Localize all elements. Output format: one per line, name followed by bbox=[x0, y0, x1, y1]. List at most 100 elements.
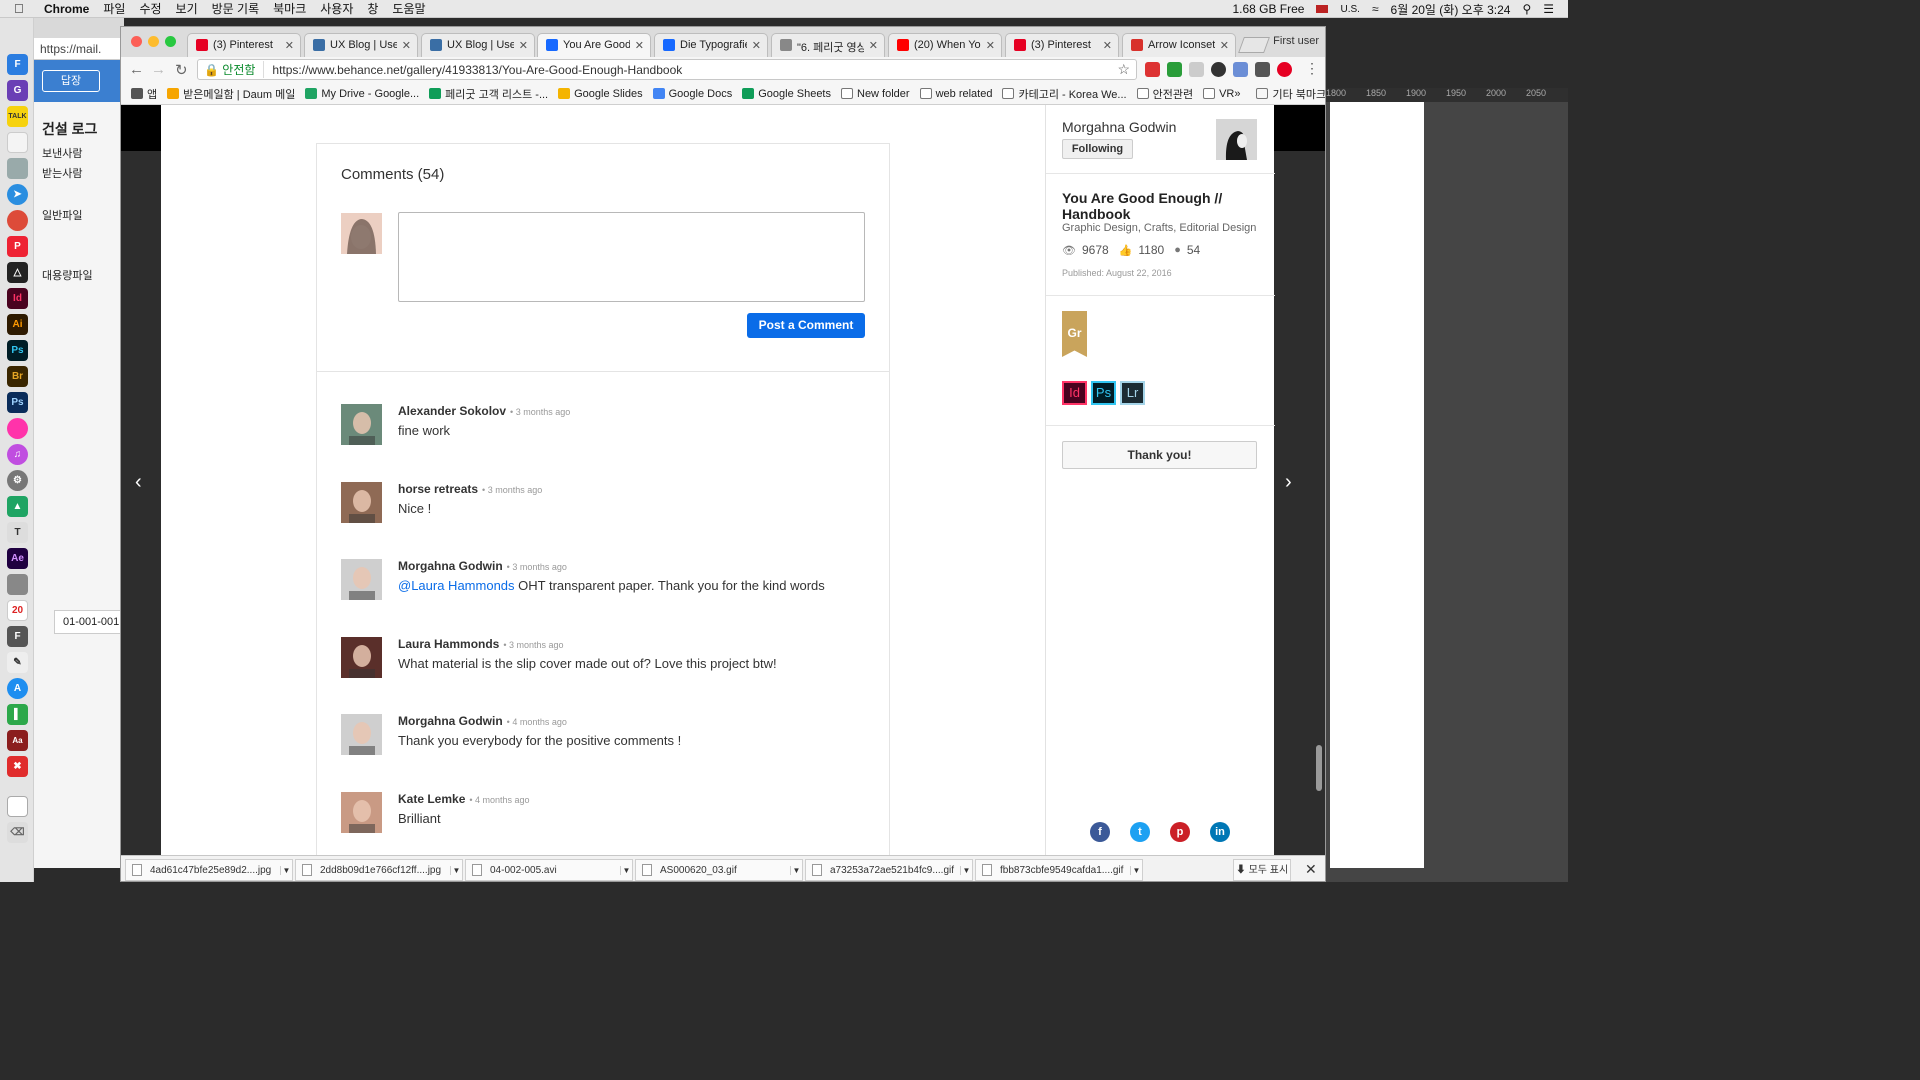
file-tab[interactable]: 01-001-001 bbox=[54, 610, 124, 634]
forward-icon[interactable]: → bbox=[151, 61, 166, 78]
calendar-icon[interactable]: 20 bbox=[7, 600, 28, 621]
download-item[interactable]: a73253a72ae521b4fc9....gif ▼ bbox=[805, 859, 973, 881]
stack-icon[interactable] bbox=[7, 796, 28, 817]
commenter-name[interactable]: Kate Lemke bbox=[398, 792, 465, 806]
commenter-name[interactable]: horse retreats bbox=[398, 482, 478, 496]
menu-history[interactable]: 방문 기록 bbox=[212, 0, 260, 17]
bookmark-item[interactable]: Google Docs bbox=[652, 86, 732, 102]
google-drive-icon[interactable]: ▲ bbox=[7, 496, 28, 517]
kakaotalk-icon[interactable]: TALK bbox=[7, 106, 28, 127]
wifi-icon[interactable]: ≈ bbox=[1372, 2, 1379, 16]
color-extension-icon[interactable] bbox=[1211, 62, 1226, 77]
tool-badge-icon[interactable]: Lr bbox=[1120, 381, 1145, 405]
bookmark-item[interactable]: 카테고리 - Korea We... bbox=[1002, 86, 1127, 102]
browser-tab[interactable]: (3) Pinterest ✕ bbox=[1005, 33, 1119, 57]
download-item[interactable]: 2dd8b09d1e766cf12ff....jpg ▼ bbox=[295, 859, 463, 881]
menu-view[interactable]: 보기 bbox=[176, 0, 198, 17]
browser-tab[interactable]: (20) When You ✕ bbox=[888, 33, 1002, 57]
background-window-url[interactable]: https://mail. bbox=[34, 38, 124, 60]
pages-icon[interactable]: P bbox=[7, 236, 28, 257]
page-scrollbar[interactable] bbox=[1316, 745, 1322, 791]
chevron-down-icon[interactable]: ▼ bbox=[280, 865, 292, 875]
system-preferences-icon[interactable]: ⚙ bbox=[7, 470, 28, 491]
owner-avatar[interactable] bbox=[1216, 119, 1257, 160]
thank-you-button[interactable]: Thank you! bbox=[1062, 441, 1257, 469]
app-store-icon[interactable]: A bbox=[7, 678, 28, 699]
chevron-down-icon[interactable]: ▼ bbox=[620, 865, 632, 875]
menu-window[interactable]: 창 bbox=[367, 0, 378, 17]
tab-close-icon[interactable]: ✕ bbox=[402, 39, 411, 57]
tab-close-icon[interactable]: ✕ bbox=[285, 39, 294, 57]
github-icon[interactable]: G bbox=[7, 80, 28, 101]
trash-icon[interactable]: ⌫ bbox=[7, 822, 28, 843]
show-all-downloads-button[interactable]: ⬇ 모두 표시 bbox=[1233, 859, 1291, 881]
bookmark-item[interactable]: 페리굿 고객 리스트 -... bbox=[429, 86, 548, 102]
browser-tab[interactable]: "6. 페리굿 영상3(✕ bbox=[771, 33, 885, 57]
commenter-avatar[interactable] bbox=[341, 404, 382, 445]
commenter-avatar[interactable] bbox=[341, 559, 382, 600]
chevron-down-icon[interactable]: ▼ bbox=[450, 865, 462, 875]
automator-icon[interactable] bbox=[7, 574, 28, 595]
pinterest-extension-icon[interactable] bbox=[1277, 62, 1292, 77]
indesign-icon[interactable]: Id bbox=[7, 288, 28, 309]
xmind-icon[interactable]: ✖ bbox=[7, 756, 28, 777]
bookmark-star-icon[interactable]: ☆ bbox=[1117, 61, 1130, 78]
download-item[interactable]: AS000620_03.gif ▼ bbox=[635, 859, 803, 881]
previous-project-chevron-icon[interactable]: ‹ bbox=[135, 471, 142, 494]
spotlight-icon[interactable]: ⚲ bbox=[1522, 2, 1531, 16]
commenter-name[interactable]: Morgahna Godwin bbox=[398, 714, 503, 728]
minimize-window-button[interactable] bbox=[148, 36, 159, 47]
browser-tab[interactable]: UX Blog | User ✕ bbox=[421, 33, 535, 57]
notes-icon[interactable] bbox=[7, 132, 28, 153]
recipient-row[interactable]: 받는사람 bbox=[34, 162, 124, 182]
browser-tab[interactable]: UX Blog | User ✕ bbox=[304, 33, 418, 57]
close-window-button[interactable] bbox=[131, 36, 142, 47]
cloud-extension-icon[interactable] bbox=[1189, 62, 1204, 77]
tab-close-icon[interactable]: ✕ bbox=[1220, 39, 1229, 57]
comment-textarea[interactable] bbox=[398, 212, 865, 302]
sender-row[interactable]: 보낸사람 bbox=[34, 142, 124, 162]
itunes-icon[interactable]: ♫ bbox=[7, 444, 28, 465]
illustrator-icon[interactable]: Ai bbox=[7, 314, 28, 335]
menu-bookmarks[interactable]: 북마크 bbox=[273, 0, 306, 17]
commenter-avatar[interactable] bbox=[341, 714, 382, 755]
bookmarks-overflow-icon[interactable]: » bbox=[1234, 88, 1240, 100]
finder-icon[interactable]: F bbox=[7, 54, 28, 75]
project-fields[interactable]: Graphic Design, Crafts, Editorial Design bbox=[1062, 222, 1256, 234]
other-bookmarks[interactable]: 기타 북마크 bbox=[1256, 86, 1325, 102]
commenter-name[interactable]: Morgahna Godwin bbox=[398, 559, 503, 573]
tab-close-icon[interactable]: ✕ bbox=[869, 39, 878, 57]
close-downloads-icon[interactable]: ✕ bbox=[1305, 861, 1317, 878]
tab-close-icon[interactable]: ✕ bbox=[986, 39, 995, 57]
new-tab-button[interactable] bbox=[1238, 37, 1270, 53]
unity-icon[interactable]: △ bbox=[7, 262, 28, 283]
large-attachment-row[interactable]: 대용량파일 bbox=[34, 264, 124, 284]
bookmark-item[interactable]: VR bbox=[1203, 86, 1234, 102]
commenter-avatar[interactable] bbox=[341, 636, 382, 678]
after-effects-icon[interactable]: Ae bbox=[7, 548, 28, 569]
secure-label[interactable]: 🔒 안전함 bbox=[204, 61, 265, 78]
facebook-icon[interactable]: f bbox=[1090, 822, 1110, 842]
chrome-icon[interactable] bbox=[7, 210, 28, 231]
calendar-extension-icon[interactable] bbox=[1233, 62, 1248, 77]
zoom-window-button[interactable] bbox=[165, 36, 176, 47]
owner-name[interactable]: Morgahna Godwin bbox=[1062, 119, 1176, 135]
bookmark-item[interactable]: 안전관련 bbox=[1136, 86, 1193, 102]
tab-close-icon[interactable]: ✕ bbox=[519, 39, 528, 57]
post-comment-button[interactable]: Post a Comment bbox=[747, 313, 865, 338]
menu-kebab-icon[interactable]: ⋮ bbox=[1305, 60, 1319, 77]
comment-mention-link[interactable]: @Laura Hammonds bbox=[398, 578, 515, 593]
bookmark-item[interactable]: Google Slides bbox=[558, 86, 643, 102]
safari-icon[interactable]: ➤ bbox=[7, 184, 28, 205]
next-project-chevron-icon[interactable]: › bbox=[1285, 471, 1292, 494]
bookmark-item[interactable]: New folder bbox=[841, 86, 910, 102]
browser-tab[interactable]: You Are Good E ✕ bbox=[537, 33, 651, 57]
tab-close-icon[interactable]: ✕ bbox=[752, 39, 761, 57]
chevron-down-icon[interactable]: ▼ bbox=[960, 865, 972, 875]
attachment-row[interactable]: 일반파일 bbox=[34, 204, 124, 224]
back-icon[interactable]: ← bbox=[129, 61, 144, 78]
browser-tab[interactable]: (3) Pinterest ✕ bbox=[187, 33, 301, 57]
download-item[interactable]: 04-002-005.avi ▼ bbox=[465, 859, 633, 881]
input-source[interactable]: U.S. bbox=[1340, 4, 1359, 15]
memory-status[interactable]: 1.68 GB Free bbox=[1232, 2, 1304, 16]
